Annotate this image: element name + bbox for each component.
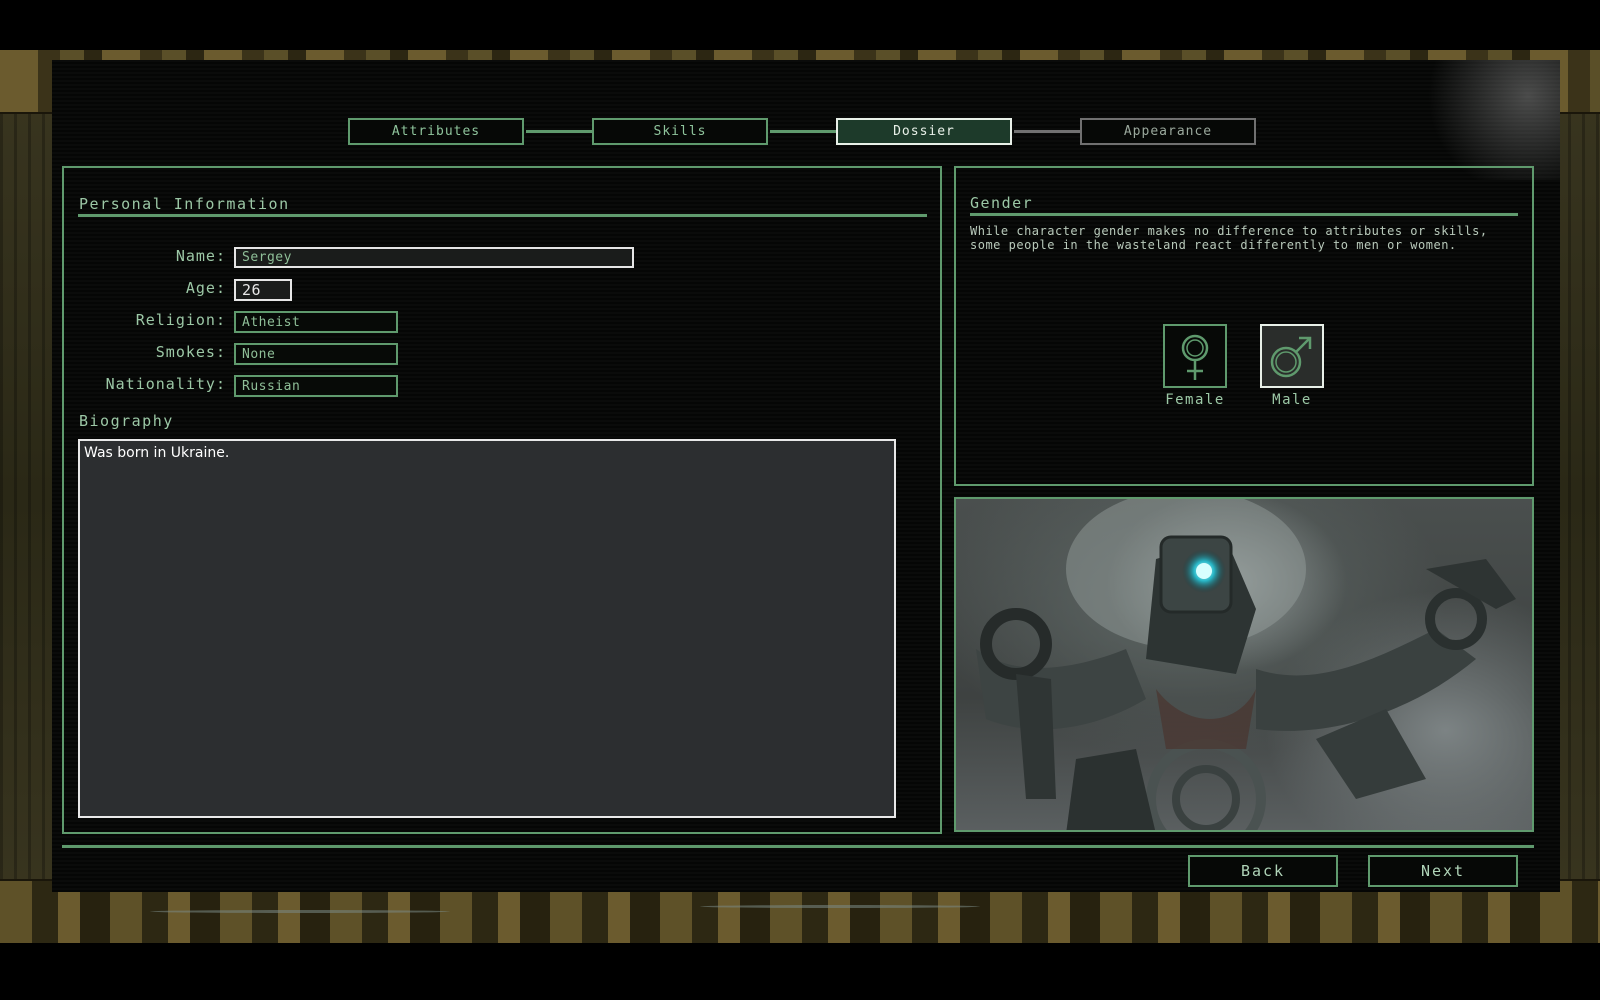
- back-button[interactable]: Back: [1188, 855, 1338, 887]
- male-button[interactable]: [1260, 324, 1324, 388]
- male-icon: [1270, 336, 1312, 378]
- tab-connector: [526, 130, 592, 133]
- religion-select[interactable]: Atheist: [234, 311, 398, 333]
- screen-glare: [1400, 60, 1560, 180]
- smokes-select[interactable]: None: [234, 343, 398, 365]
- gender-title: Gender: [970, 194, 1034, 212]
- tab-appearance[interactable]: Appearance: [1080, 118, 1256, 145]
- female-button[interactable]: [1163, 324, 1227, 388]
- wire-decoration: [150, 910, 450, 913]
- section-divider: [78, 214, 927, 217]
- name-label: Name:: [175, 247, 226, 265]
- age-label: Age:: [185, 279, 226, 297]
- age-input[interactable]: 26: [234, 279, 292, 301]
- female-icon: [1181, 334, 1209, 380]
- tab-connector: [770, 130, 836, 133]
- female-label: Female: [1165, 392, 1225, 408]
- section-divider: [970, 213, 1518, 216]
- tab-skills[interactable]: Skills: [592, 118, 768, 145]
- footer-divider: [62, 845, 1534, 848]
- character-portrait: [954, 497, 1534, 832]
- next-button[interactable]: Next: [1368, 855, 1518, 887]
- gender-description: While character gender makes no differen…: [970, 224, 1488, 252]
- name-input[interactable]: Sergey: [234, 247, 634, 268]
- tab-connector: [1014, 130, 1080, 133]
- robot-artwork: [976, 499, 1516, 830]
- personal-info-title: Personal Information: [79, 195, 290, 213]
- wire-decoration: [700, 905, 980, 908]
- male-label: Male: [1272, 392, 1312, 408]
- nationality-select[interactable]: Russian: [234, 375, 398, 397]
- tab-dossier[interactable]: Dossier: [836, 118, 1012, 145]
- biography-title: Biography: [79, 412, 174, 430]
- smokes-label: Smokes:: [155, 343, 226, 361]
- religion-label: Religion:: [135, 311, 226, 329]
- biography-textarea[interactable]: Was born in Ukraine.: [78, 439, 896, 818]
- tab-attributes[interactable]: Attributes: [348, 118, 524, 145]
- nationality-label: Nationality:: [105, 375, 226, 393]
